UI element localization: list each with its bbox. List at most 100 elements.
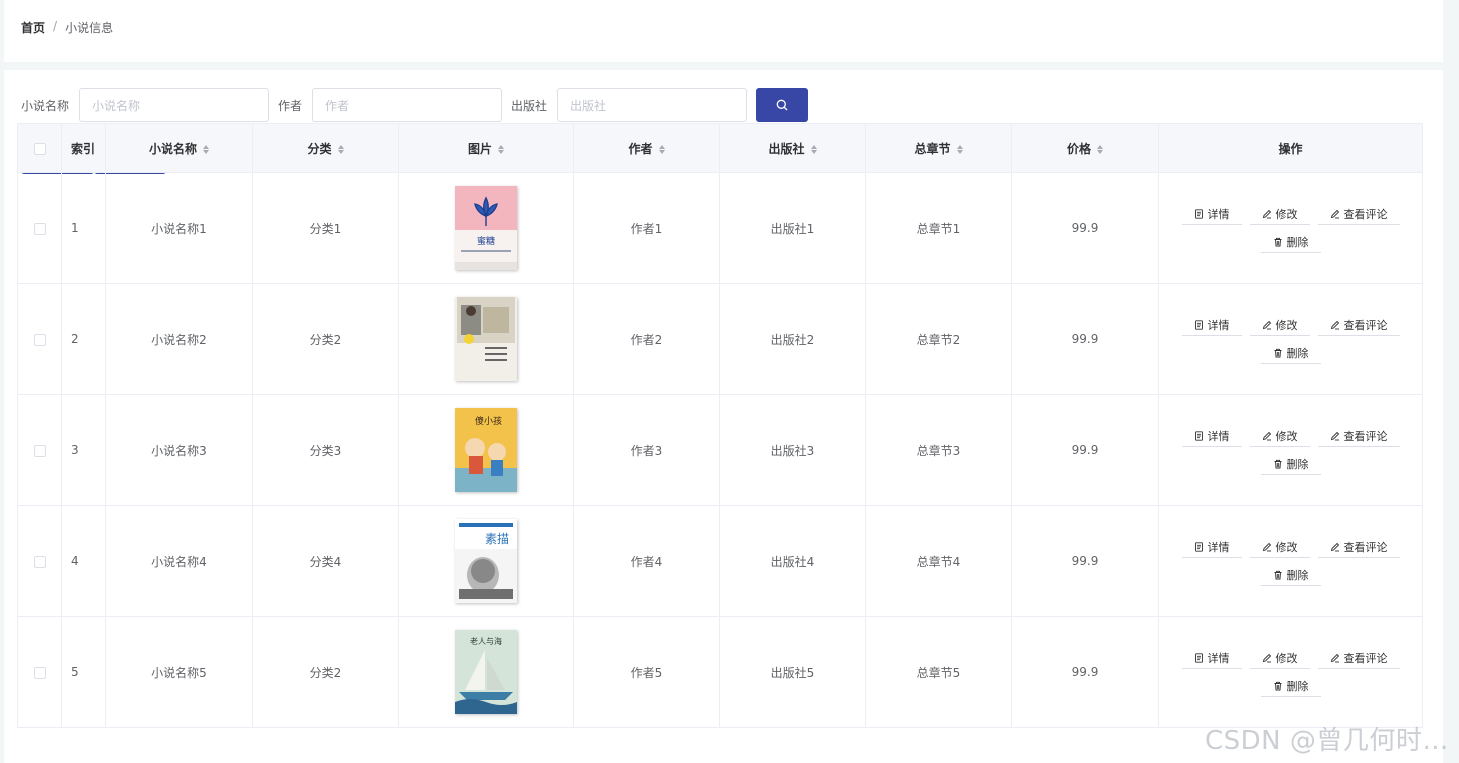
header-price[interactable]: 价格 bbox=[1011, 123, 1159, 173]
row-select-cell[interactable] bbox=[17, 172, 62, 284]
cell-author: 作者2 bbox=[573, 283, 720, 395]
cell-actions: 详情 修改 查看评论删除 bbox=[1158, 172, 1423, 284]
view-comments-button[interactable]: 查看评论 bbox=[1317, 425, 1400, 447]
edit-button[interactable]: 修改 bbox=[1249, 314, 1310, 336]
row-checkbox[interactable] bbox=[33, 333, 46, 346]
row-checkbox[interactable] bbox=[33, 666, 46, 679]
svg-text:傻小孩: 傻小孩 bbox=[475, 415, 502, 427]
cell-publisher: 出版社4 bbox=[719, 505, 866, 617]
cell-price: 99.9 bbox=[1011, 616, 1159, 728]
row-checkbox[interactable] bbox=[33, 555, 46, 568]
cell-author: 作者5 bbox=[573, 616, 720, 728]
detail-button[interactable]: 详情 bbox=[1181, 314, 1242, 336]
document-icon bbox=[1194, 319, 1203, 330]
table-header-row: 索引 小说名称 分类 图片 作者 出版社 总章节 价格 操作 bbox=[17, 123, 1423, 173]
sort-icon[interactable] bbox=[1097, 144, 1103, 154]
document-icon bbox=[1194, 652, 1203, 663]
cell-name: 小说名称4 bbox=[105, 505, 253, 617]
sort-icon[interactable] bbox=[498, 144, 504, 154]
search-button[interactable] bbox=[756, 88, 809, 122]
row-checkbox[interactable] bbox=[33, 444, 46, 457]
row-select-cell[interactable] bbox=[17, 616, 62, 728]
edit-button[interactable]: 修改 bbox=[1249, 203, 1310, 225]
name-search-input[interactable]: 小说名称 bbox=[79, 88, 270, 122]
cell-publisher: 出版社1 bbox=[719, 172, 866, 284]
header-category[interactable]: 分类 bbox=[252, 123, 399, 173]
sort-icon[interactable] bbox=[956, 144, 963, 154]
book-cover-image[interactable]: 傻小孩 bbox=[455, 408, 517, 492]
cell-price: 99.9 bbox=[1011, 505, 1159, 617]
edit-icon bbox=[1262, 431, 1271, 440]
detail-button[interactable]: 详情 bbox=[1181, 425, 1242, 447]
detail-button[interactable]: 详情 bbox=[1181, 647, 1242, 669]
edit-button[interactable]: 修改 bbox=[1249, 536, 1310, 558]
row-actions: 详情 修改 查看评论删除 bbox=[1176, 203, 1406, 253]
row-delete-button[interactable]: 删除 bbox=[1260, 564, 1321, 586]
header-name[interactable]: 小说名称 bbox=[105, 123, 253, 173]
row-actions: 详情 修改 查看评论删除 bbox=[1176, 536, 1406, 586]
view-comments-button[interactable]: 查看评论 bbox=[1317, 314, 1400, 336]
publisher-label: 出版社 bbox=[511, 98, 548, 113]
cell-author: 作者3 bbox=[573, 394, 720, 506]
header-publisher[interactable]: 出版社 bbox=[719, 123, 866, 173]
book-cover-image[interactable]: 老人与海 bbox=[455, 630, 517, 714]
view-comments-button[interactable]: 查看评论 bbox=[1317, 647, 1400, 669]
cell-chapters: 总章节5 bbox=[865, 616, 1012, 728]
trash-icon bbox=[1274, 237, 1281, 246]
view-comments-button[interactable]: 查看评论 bbox=[1317, 536, 1400, 558]
cell-category: 分类3 bbox=[252, 394, 399, 506]
sort-icon[interactable] bbox=[810, 144, 817, 154]
detail-button[interactable]: 详情 bbox=[1181, 203, 1242, 225]
row-delete-button[interactable]: 删除 bbox=[1260, 453, 1321, 475]
table-row: 1 小说名称1 分类1 蜜糖 作者1 出版社1 总章节1 99.9 详情 修改 查看评论 删除 bbox=[17, 172, 1423, 284]
book-cover-image[interactable] bbox=[455, 297, 517, 381]
cell-publisher: 出版社2 bbox=[719, 283, 866, 395]
row-checkbox[interactable] bbox=[33, 222, 46, 235]
header-chapters[interactable]: 总章节 bbox=[865, 123, 1012, 173]
row-delete-button[interactable]: 删除 bbox=[1260, 231, 1321, 253]
row-select-cell[interactable] bbox=[17, 505, 62, 617]
row-select-cell[interactable] bbox=[17, 283, 62, 395]
sort-icon[interactable] bbox=[203, 144, 209, 154]
author-search-input[interactable]: 作者 bbox=[312, 88, 503, 122]
publisher-search-input[interactable]: 出版社 bbox=[557, 88, 748, 122]
breadcrumb-separator: / bbox=[53, 19, 58, 33]
trash-icon bbox=[1274, 348, 1281, 357]
cell-publisher: 出版社3 bbox=[719, 394, 866, 506]
cell-price: 99.9 bbox=[1011, 283, 1159, 395]
header-author[interactable]: 作者 bbox=[573, 123, 720, 173]
edit-icon bbox=[1262, 653, 1271, 662]
document-icon bbox=[1194, 208, 1203, 219]
row-delete-button[interactable]: 删除 bbox=[1260, 675, 1321, 697]
cell-image: 蜜糖 bbox=[398, 172, 574, 284]
cell-name: 小说名称3 bbox=[105, 394, 253, 506]
header-index: 索引 bbox=[61, 123, 106, 173]
document-icon bbox=[1194, 541, 1203, 552]
edit-icon bbox=[1262, 209, 1271, 218]
view-comments-button[interactable]: 查看评论 bbox=[1317, 203, 1400, 225]
cell-index: 4 bbox=[61, 505, 106, 617]
breadcrumb-home[interactable]: 首页 bbox=[21, 19, 45, 36]
cell-actions: 详情 修改 查看评论删除 bbox=[1158, 616, 1423, 728]
row-delete-button[interactable]: 删除 bbox=[1260, 342, 1321, 364]
cell-price: 99.9 bbox=[1011, 394, 1159, 506]
edit-icon bbox=[1330, 542, 1339, 551]
select-all-cell[interactable] bbox=[17, 123, 62, 173]
cell-image: 老人与海 bbox=[398, 616, 574, 728]
detail-button[interactable]: 详情 bbox=[1181, 536, 1242, 558]
cell-chapters: 总章节4 bbox=[865, 505, 1012, 617]
header-image[interactable]: 图片 bbox=[398, 123, 574, 173]
sort-icon[interactable] bbox=[658, 144, 665, 154]
search-bar: 小说名称 小说名称 作者 作者 出版社 出版社 bbox=[21, 88, 809, 122]
edit-button[interactable]: 修改 bbox=[1249, 425, 1310, 447]
row-select-cell[interactable] bbox=[17, 394, 62, 506]
edit-button[interactable]: 修改 bbox=[1249, 647, 1310, 669]
cell-category: 分类4 bbox=[252, 505, 399, 617]
book-cover-image[interactable]: 蜜糖 bbox=[455, 186, 517, 270]
book-cover-image[interactable]: 素描 bbox=[455, 519, 517, 603]
select-all-checkbox[interactable] bbox=[33, 142, 46, 155]
cell-price: 99.9 bbox=[1011, 172, 1159, 284]
trash-icon bbox=[1274, 681, 1281, 690]
svg-text:素描: 素描 bbox=[485, 532, 509, 546]
sort-icon[interactable] bbox=[337, 144, 344, 154]
